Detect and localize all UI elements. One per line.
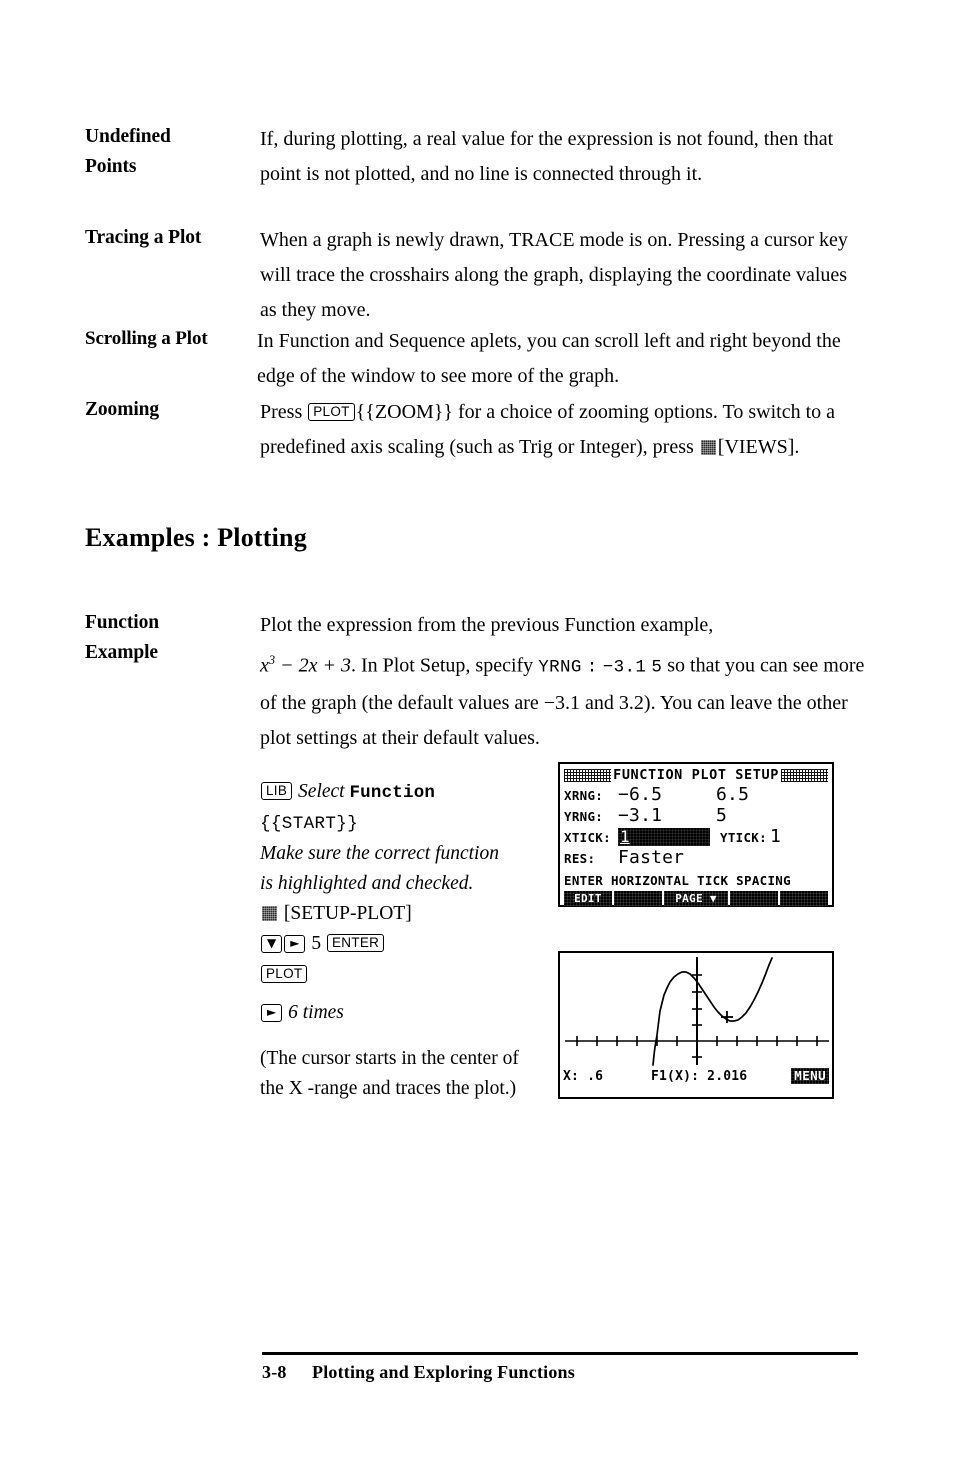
keystep2-repeat-label: 6 times [288, 1002, 344, 1023]
page-footer: 3-8 Plotting and Exploring Functions [262, 1362, 575, 1383]
cursor-note: (The cursor starts in the center of the … [260, 1048, 519, 1099]
term-line-1: Tracing a Plot [85, 227, 202, 248]
keystep-note-line-2: is highlighted and checked. [260, 873, 474, 894]
keystep-select-label: Select [298, 781, 345, 802]
keystep-function-label: Function [349, 783, 436, 803]
zooming-text-3: . [794, 436, 800, 458]
function-example-text-1: Plot the expression from the previous Fu… [260, 614, 714, 636]
field-yrng-min-value[interactable]: −3.1 [618, 805, 716, 826]
field-xtick-value: 1 [620, 827, 630, 846]
expression-rest: − 2x + 3 [280, 654, 351, 677]
field-ytick-value[interactable]: 1 [770, 826, 781, 847]
plot-key-icon: PLOT [261, 965, 308, 983]
section-body: Press PLOT {{ZOOM}} for a choice of zoomi… [260, 395, 865, 465]
function-example-so: so [667, 654, 686, 677]
lcd-soft-menu-bar: EDIT PAGE ▼ [564, 891, 828, 906]
calculator-screen-graph: X: .6 F1(X): 2.016 MENU [558, 951, 834, 1099]
footer-chapter-title: Plotting and Exploring Functions [312, 1362, 575, 1382]
field-res-value[interactable]: Faster [618, 847, 684, 868]
enter-key-icon: ENTER [326, 934, 385, 952]
section-body: Plot the expression from the previous Fu… [260, 608, 880, 756]
function-example-text-2: . In Plot Setup, specify [350, 654, 534, 677]
softkey-edit[interactable]: EDIT [564, 891, 612, 906]
function-curve [652, 957, 773, 1066]
graph-svg [565, 957, 829, 1066]
keystep2-line-2: ► 6 times [260, 998, 545, 1028]
keystroke-steps-upper: LIB Select Function {{START}} Make sure … [260, 777, 545, 959]
dither-pattern-right-icon [780, 769, 828, 782]
keystep-line-6: ▼ ► 5 ENTER [260, 929, 545, 959]
softkey-page-down[interactable]: PAGE ▼ [663, 891, 729, 906]
arrow-right-key-icon: ► [261, 1004, 283, 1022]
graph-x-readout: X: .6 [563, 1068, 604, 1084]
section-body: In Function and Sequence aplets, you can… [257, 330, 841, 387]
page-title: Examples : Plotting [85, 523, 307, 552]
lcd-title-text: FUNCTION PLOT SETUP [613, 767, 779, 783]
yrng-token: YRNG [538, 657, 582, 678]
field-yrng[interactable]: YRNG: −3.1 5 [564, 805, 828, 826]
keystep-line-1: LIB Select Function [260, 777, 545, 808]
lib-key-icon: LIB [261, 782, 293, 800]
yrng-low-value: −3.1 [602, 657, 647, 678]
footer-page-number: 3-8 [262, 1362, 287, 1382]
shift-key-icon [700, 440, 716, 455]
calculator-screen-plot-setup: FUNCTION PLOT SETUP XRNG: −6.5 6.5 YRNG:… [558, 762, 834, 907]
yrng-high-value: 5 [651, 657, 663, 678]
section-term: Tracing a Plot [85, 223, 260, 253]
arrow-down-key-icon: ▼ [261, 935, 283, 953]
keystep-line-5: [SETUP-PLOT] [260, 899, 545, 929]
term-line-2: Points [85, 156, 137, 177]
section-term: Scrolling a Plot [85, 324, 257, 354]
section-term: Undefined Points [85, 122, 260, 182]
keystep-note-line-1: Make sure the correct function [260, 843, 499, 864]
term-line-2: Example [85, 642, 158, 663]
lcd-title-bar: FUNCTION PLOT SETUP [564, 767, 828, 784]
term-line-1: Scrolling a Plot [85, 328, 208, 349]
zooming-text-1: Press [260, 401, 303, 423]
expression-base: x [260, 654, 269, 677]
field-xrng[interactable]: XRNG: −6.5 6.5 [564, 784, 828, 805]
field-yrng-max-value[interactable]: 5 [716, 805, 727, 826]
section-body: When a graph is newly drawn, TRACE mode … [260, 229, 848, 321]
softkey-blank-5[interactable] [780, 891, 828, 906]
footer-divider [262, 1352, 858, 1355]
arrow-right-key-icon: ► [284, 935, 306, 953]
softkey-blank-4[interactable] [730, 891, 779, 906]
field-xrng-min-value[interactable]: −6.5 [618, 784, 716, 805]
graph-plot-area[interactable] [563, 955, 829, 1067]
field-xrng-label: XRNG: [564, 788, 604, 803]
keystep-digit: 5 [311, 933, 322, 954]
softkey-menu[interactable]: MENU [791, 1068, 829, 1084]
colon-token: : [586, 657, 598, 678]
keystroke-steps-lower: PLOT ► 6 times (The cursor starts in the… [260, 960, 545, 1104]
setup-plot-label: [SETUP-PLOT] [283, 903, 412, 924]
graph-fx-readout: F1(X): 2.016 [651, 1068, 748, 1084]
section-body: If, during plotting, a real value for th… [260, 128, 834, 185]
term-line-1: Function [85, 612, 159, 633]
dither-pattern-left-icon [564, 769, 612, 782]
expression-exponent: 3 [268, 653, 276, 667]
section-term: Function Example [85, 608, 260, 668]
field-xrng-max-value[interactable]: 6.5 [716, 784, 749, 805]
views-key-label: [VIEWS] [717, 436, 795, 458]
field-res-label: RES: [564, 851, 596, 866]
field-xtick-value-highlighted[interactable]: 1 [618, 828, 710, 846]
field-xtick[interactable]: XTICK: 1 YTICK: 1 [564, 826, 828, 847]
start-softkey-label: {{START}} [260, 814, 359, 834]
shift-key-icon [262, 906, 277, 921]
field-res[interactable]: RES: Faster [564, 847, 828, 868]
manual-page: Undefined Points If, during plotting, a … [0, 0, 954, 1464]
field-yrng-label: YRNG: [564, 809, 604, 824]
keystep2-line-1: PLOT [260, 960, 545, 990]
section-term: Zooming [85, 395, 260, 425]
field-ytick-label: YTICK: [720, 830, 767, 845]
field-xtick-label: XTICK: [564, 830, 611, 845]
lcd-status-line: ENTER HORIZONTAL TICK SPACING [564, 873, 791, 888]
keystep-line-2: {{START}} [260, 808, 545, 839]
graph-status-line: X: .6 F1(X): 2.016 MENU [563, 1067, 829, 1085]
plot-key-icon: PLOT [308, 403, 355, 421]
term-line-1: Zooming [85, 399, 160, 420]
term-line-1: Undefined [85, 126, 171, 147]
softkey-blank-2[interactable] [613, 891, 662, 906]
